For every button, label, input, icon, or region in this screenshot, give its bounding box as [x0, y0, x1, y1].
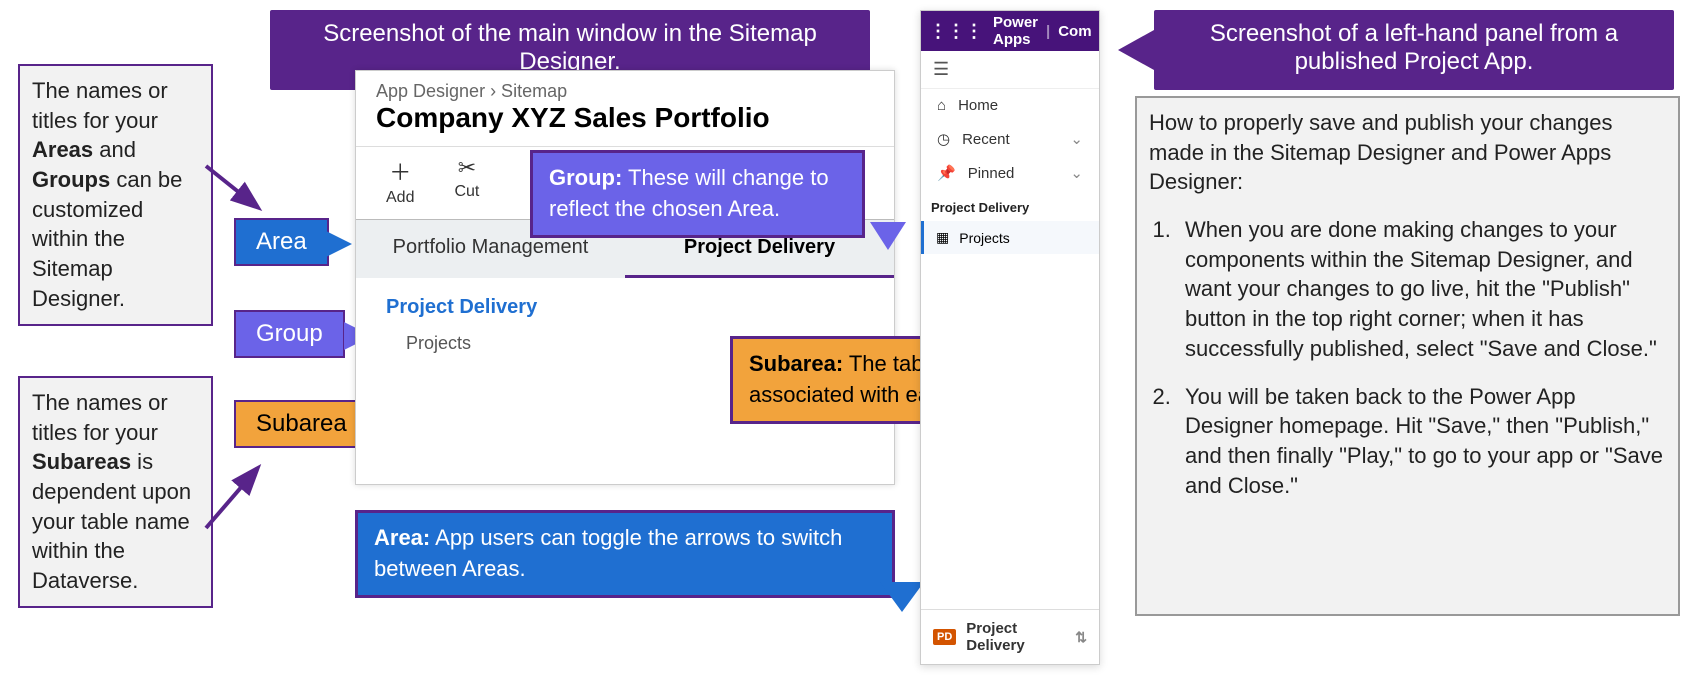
nav-pinned-label: Pinned	[968, 165, 1015, 182]
hamburger-button[interactable]: ☰	[921, 51, 1099, 89]
howto-intro: How to properly save and publish your ch…	[1149, 108, 1666, 197]
cut-button[interactable]: ✂ Cut	[454, 155, 479, 207]
note-areas-groups: The names or titles for your Areas and G…	[18, 64, 213, 326]
breadcrumb: App Designer › Sitemap	[356, 71, 894, 102]
howto-list: When you are done making changes to your…	[1177, 215, 1666, 500]
area-switcher-label: Project Delivery	[966, 620, 1065, 654]
app-header: ⋮⋮⋮ Power Apps | Com	[921, 11, 1099, 51]
callout-group-pointer	[870, 222, 906, 250]
howto-box: How to properly save and publish your ch…	[1135, 96, 1680, 616]
plus-icon: ＋	[386, 155, 414, 187]
chevron-down-icon: ⌄	[1070, 130, 1083, 148]
tag-area-pointer	[324, 230, 352, 258]
chevron-updown-icon: ⇅	[1075, 629, 1087, 646]
arrow-to-tags-lower	[200, 460, 270, 540]
area-switcher[interactable]: PD Project Delivery ⇅	[921, 609, 1099, 664]
separator: |	[1046, 23, 1050, 40]
tag-group: Group	[234, 310, 345, 358]
howto-step-1: When you are done making changes to your…	[1177, 215, 1666, 363]
callout-area-pointer	[880, 582, 924, 612]
nav-home-label: Home	[958, 97, 998, 114]
howto-step-2: You will be taken back to the Power App …	[1177, 382, 1666, 501]
clock-icon: ◷	[937, 130, 950, 148]
group-label[interactable]: Project Delivery	[356, 278, 894, 319]
callout-group-label: Group:	[549, 165, 622, 190]
note-text: The names or titles for your	[32, 390, 168, 445]
published-app-panel-screenshot: ⋮⋮⋮ Power Apps | Com ☰ ⌂ Home ◷ Recent ⌄…	[920, 10, 1100, 665]
chevron-down-icon: ⌄	[1070, 164, 1083, 182]
callout-subarea-label: Subarea:	[749, 351, 843, 376]
callout-area-text: App users can toggle the arrows to switc…	[374, 525, 842, 581]
page-title: Company XYZ Sales Portfolio	[356, 102, 894, 146]
section-project-delivery: Project Delivery	[921, 190, 1099, 221]
add-button[interactable]: ＋ Add	[386, 155, 414, 207]
add-label: Add	[386, 189, 414, 206]
pin-icon: 📌	[937, 164, 956, 182]
nav-recent-label: Recent	[962, 131, 1010, 148]
callout-area: Area: App users can toggle the arrows to…	[355, 510, 895, 598]
arrow-to-tags-upper	[200, 160, 270, 220]
note-bold-groups: Groups	[32, 167, 110, 192]
tag-subarea: Subarea	[234, 400, 369, 448]
grid-icon: ▦	[936, 229, 949, 246]
nav-pinned[interactable]: 📌 Pinned ⌄	[921, 156, 1099, 190]
note-bold-subareas: Subareas	[32, 449, 131, 474]
note-text: The names or titles for your	[32, 78, 168, 133]
scissors-icon: ✂	[454, 155, 479, 181]
nav-home[interactable]: ⌂ Home	[921, 89, 1099, 122]
callout-left-panel-pointer	[1118, 30, 1154, 70]
brand: Power Apps	[993, 14, 1038, 48]
area-badge: PD	[933, 629, 956, 645]
nav-recent[interactable]: ◷ Recent ⌄	[921, 122, 1099, 156]
callout-area-label: Area:	[374, 525, 430, 550]
callout-group: Group: These will change to reflect the …	[530, 150, 865, 238]
brand-right: Com	[1058, 23, 1091, 40]
note-subareas: The names or titles for your Subareas is…	[18, 376, 213, 608]
tag-area: Area	[234, 218, 329, 266]
callout-left-panel: Screenshot of a left-hand panel from a p…	[1154, 10, 1674, 90]
subarea-projects[interactable]: ▦ Projects	[921, 221, 1099, 254]
subarea-projects-label: Projects	[959, 230, 1010, 246]
cut-label: Cut	[454, 183, 479, 200]
home-icon: ⌂	[937, 97, 946, 114]
note-bold-areas: Areas	[32, 137, 93, 162]
waffle-icon[interactable]: ⋮⋮⋮	[929, 21, 983, 42]
note-text: and	[93, 137, 136, 162]
